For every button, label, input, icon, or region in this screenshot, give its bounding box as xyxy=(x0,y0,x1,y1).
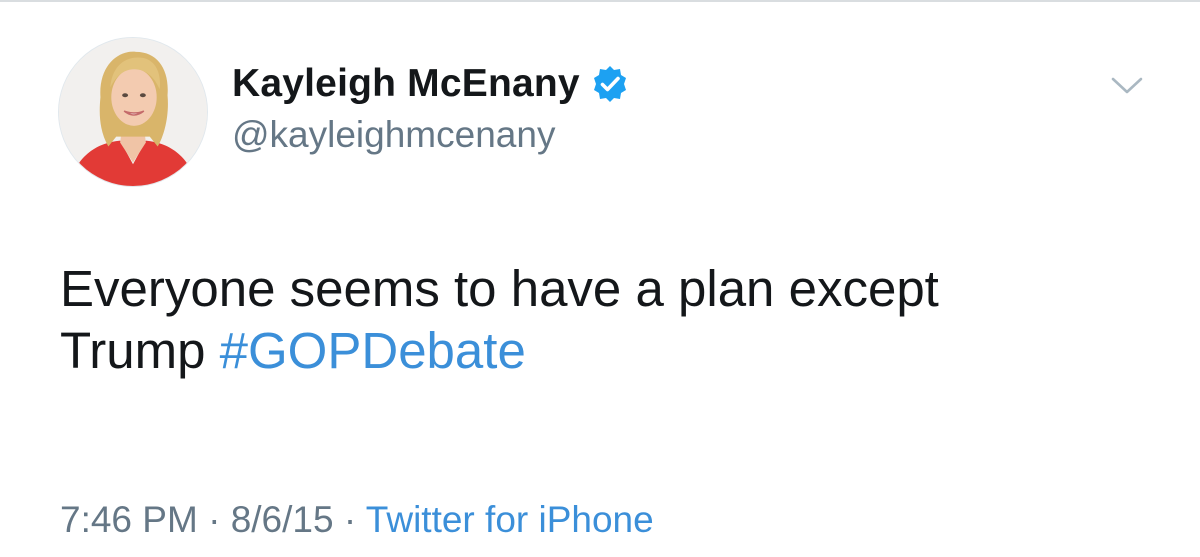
meta-separator: · xyxy=(208,499,221,540)
display-name[interactable]: Kayleigh McEnany xyxy=(232,62,580,106)
meta-separator: · xyxy=(343,499,357,540)
user-header: Kayleigh McEnany @kayleighmcenany xyxy=(232,58,630,156)
chevron-down-icon[interactable] xyxy=(1110,75,1144,97)
name-row: Kayleigh McEnany xyxy=(232,58,630,110)
tweet-card: Kayleigh McEnany @kayleighmcenany Everyo… xyxy=(0,0,1200,557)
tweet-date: 8/6/15 xyxy=(230,499,334,540)
verified-badge-icon xyxy=(590,64,630,104)
top-divider xyxy=(0,0,1200,2)
tweet-meta: 7:46 PM · 8/6/15 · Twitter for iPhone xyxy=(60,499,654,541)
user-handle[interactable]: @kayleighmcenany xyxy=(232,114,630,156)
avatar[interactable] xyxy=(58,37,208,187)
avatar-photo xyxy=(59,38,207,186)
tweet-text: Everyone seems to have a plan except Tru… xyxy=(60,258,1160,382)
hashtag-link[interactable]: #GOPDebate xyxy=(220,322,526,379)
tweet-source-link[interactable]: Twitter for iPhone xyxy=(366,499,654,540)
tweet-time: 7:46 PM xyxy=(60,499,198,540)
tweet-text-word: Trump xyxy=(60,322,206,379)
tweet-text-line: Everyone seems to have a plan except xyxy=(60,260,939,317)
